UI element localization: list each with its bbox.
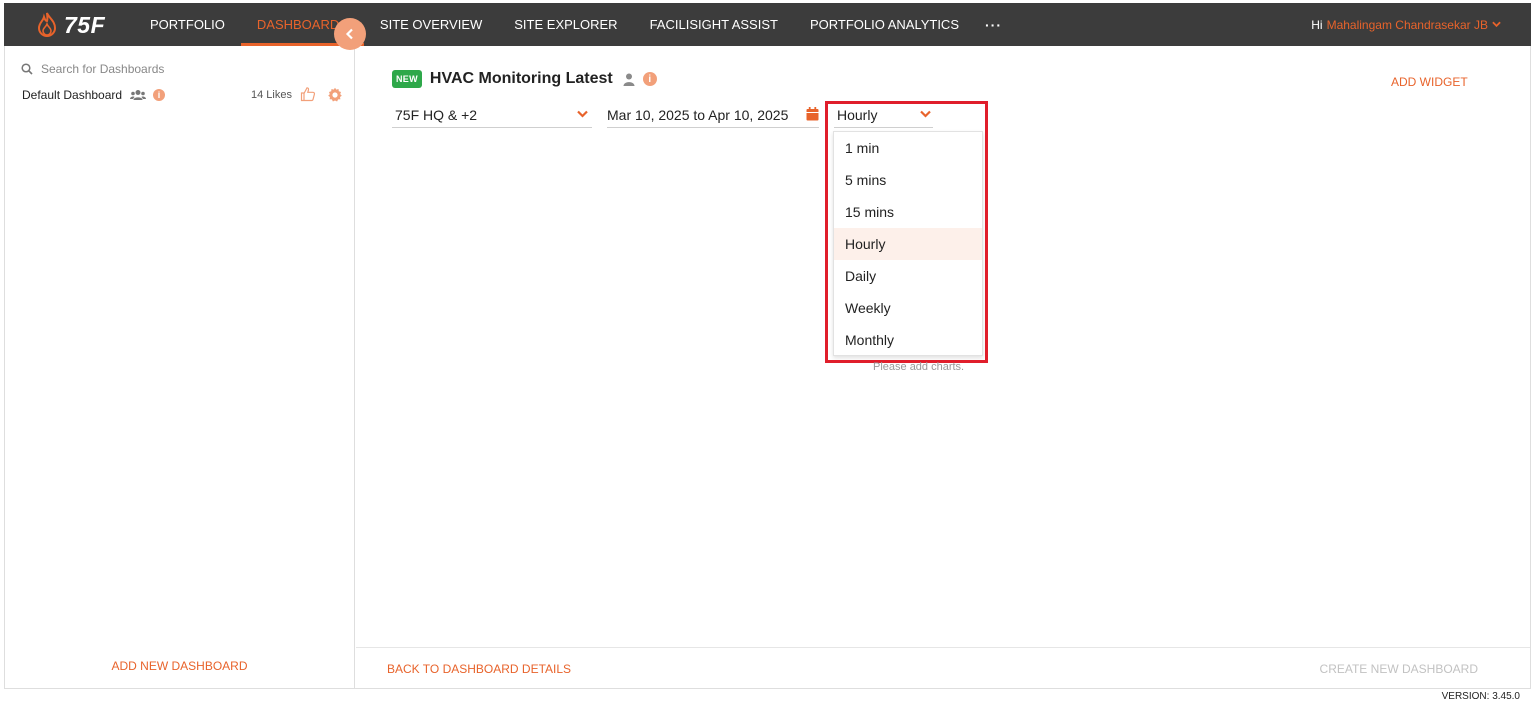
version-label: VERSION: 3.45.0 (1441, 691, 1520, 702)
create-new-dashboard-button[interactable]: CREATE NEW DASHBOARD (1320, 662, 1478, 676)
back-to-dashboard-details-button[interactable]: BACK TO DASHBOARD DETAILS (387, 662, 571, 676)
search-icon (21, 63, 33, 75)
search-input[interactable] (41, 62, 261, 76)
nav-more-menu[interactable]: ··· (975, 3, 1012, 46)
user-menu[interactable]: Hi Mahalingam Chandrasekar JB (1311, 3, 1501, 46)
add-new-dashboard-button[interactable]: ADD NEW DASHBOARD (5, 659, 354, 673)
info-icon[interactable]: i (642, 72, 657, 86)
nav-facilisight-assist[interactable]: FACILISIGHT ASSIST (634, 3, 794, 46)
thumbs-up-icon[interactable] (300, 86, 316, 102)
logo-text: 75F (64, 11, 106, 38)
interval-option-weekly[interactable]: Weekly (834, 292, 982, 324)
collapse-sidebar-button[interactable] (334, 18, 366, 50)
logo[interactable]: 75F (36, 11, 105, 39)
page-title: HVAC Monitoring Latest (429, 70, 613, 87)
dashboard-sidebar: Default Dashboard i 14 Likes ADD NEW DAS… (4, 46, 355, 688)
nav-site-overview[interactable]: SITE OVERVIEW (364, 3, 498, 46)
dashboard-header: NEW HVAC Monitoring Latest i (392, 69, 657, 89)
interval-option-hourly[interactable]: Hourly (834, 228, 982, 260)
divider (4, 688, 1531, 689)
nav-portfolio[interactable]: PORTFOLIO (134, 3, 241, 46)
add-widget-button[interactable]: ADD WIDGET (1391, 75, 1468, 89)
interval-select-value: Hourly (837, 106, 878, 123)
user-greeting: Hi (1311, 17, 1323, 32)
site-select[interactable]: 75F HQ & +2 (392, 102, 592, 128)
date-range-picker[interactable]: Mar 10, 2025 to Apr 10, 2025 (607, 102, 819, 128)
date-range-value: Mar 10, 2025 to Apr 10, 2025 (607, 106, 789, 123)
interval-select[interactable]: Hourly (834, 102, 933, 128)
nav-portfolio-analytics[interactable]: PORTFOLIO ANALYTICS (794, 3, 975, 46)
interval-option-monthly[interactable]: Monthly (834, 324, 982, 356)
divider (1530, 46, 1531, 688)
shared-users-icon (130, 90, 147, 100)
interval-option-daily[interactable]: Daily (834, 260, 982, 292)
new-badge: NEW (392, 70, 422, 88)
user-name: Mahalingam Chandrasekar JB (1326, 17, 1488, 32)
chevron-down-icon (920, 110, 931, 118)
calendar-icon[interactable] (806, 107, 819, 121)
interval-dropdown-menu: 1 min 5 mins 15 mins Hourly Daily Weekly… (833, 131, 983, 356)
empty-state-message: Please add charts. (873, 361, 965, 373)
footer-bar: BACK TO DASHBOARD DETAILS CREATE NEW DAS… (356, 647, 1531, 688)
person-icon (623, 73, 635, 86)
site-select-value: 75F HQ & +2 (395, 106, 478, 123)
gear-icon[interactable] (327, 87, 343, 103)
interval-option-1-min[interactable]: 1 min (834, 132, 982, 164)
chevron-left-icon (345, 28, 353, 40)
main-nav: PORTFOLIO DASHBOARDS SITE OVERVIEW SITE … (134, 3, 1012, 46)
info-icon[interactable]: i (153, 89, 166, 101)
interval-option-15-mins[interactable]: 15 mins (834, 196, 982, 228)
likes-count: 14 Likes (251, 89, 292, 101)
interval-option-5-mins[interactable]: 5 mins (834, 164, 982, 196)
dashboard-name: Default Dashboard (22, 88, 123, 102)
flame-logo-icon (37, 12, 57, 37)
chevron-down-icon (1492, 21, 1501, 28)
dashboard-list-item[interactable]: Default Dashboard i 14 Likes (22, 86, 346, 104)
top-navigation-bar: 75F PORTFOLIO DASHBOARDS SITE OVERVIEW S… (4, 3, 1531, 46)
dashboard-search (21, 62, 261, 76)
chevron-down-icon (577, 110, 588, 118)
nav-site-explorer[interactable]: SITE EXPLORER (498, 3, 633, 46)
